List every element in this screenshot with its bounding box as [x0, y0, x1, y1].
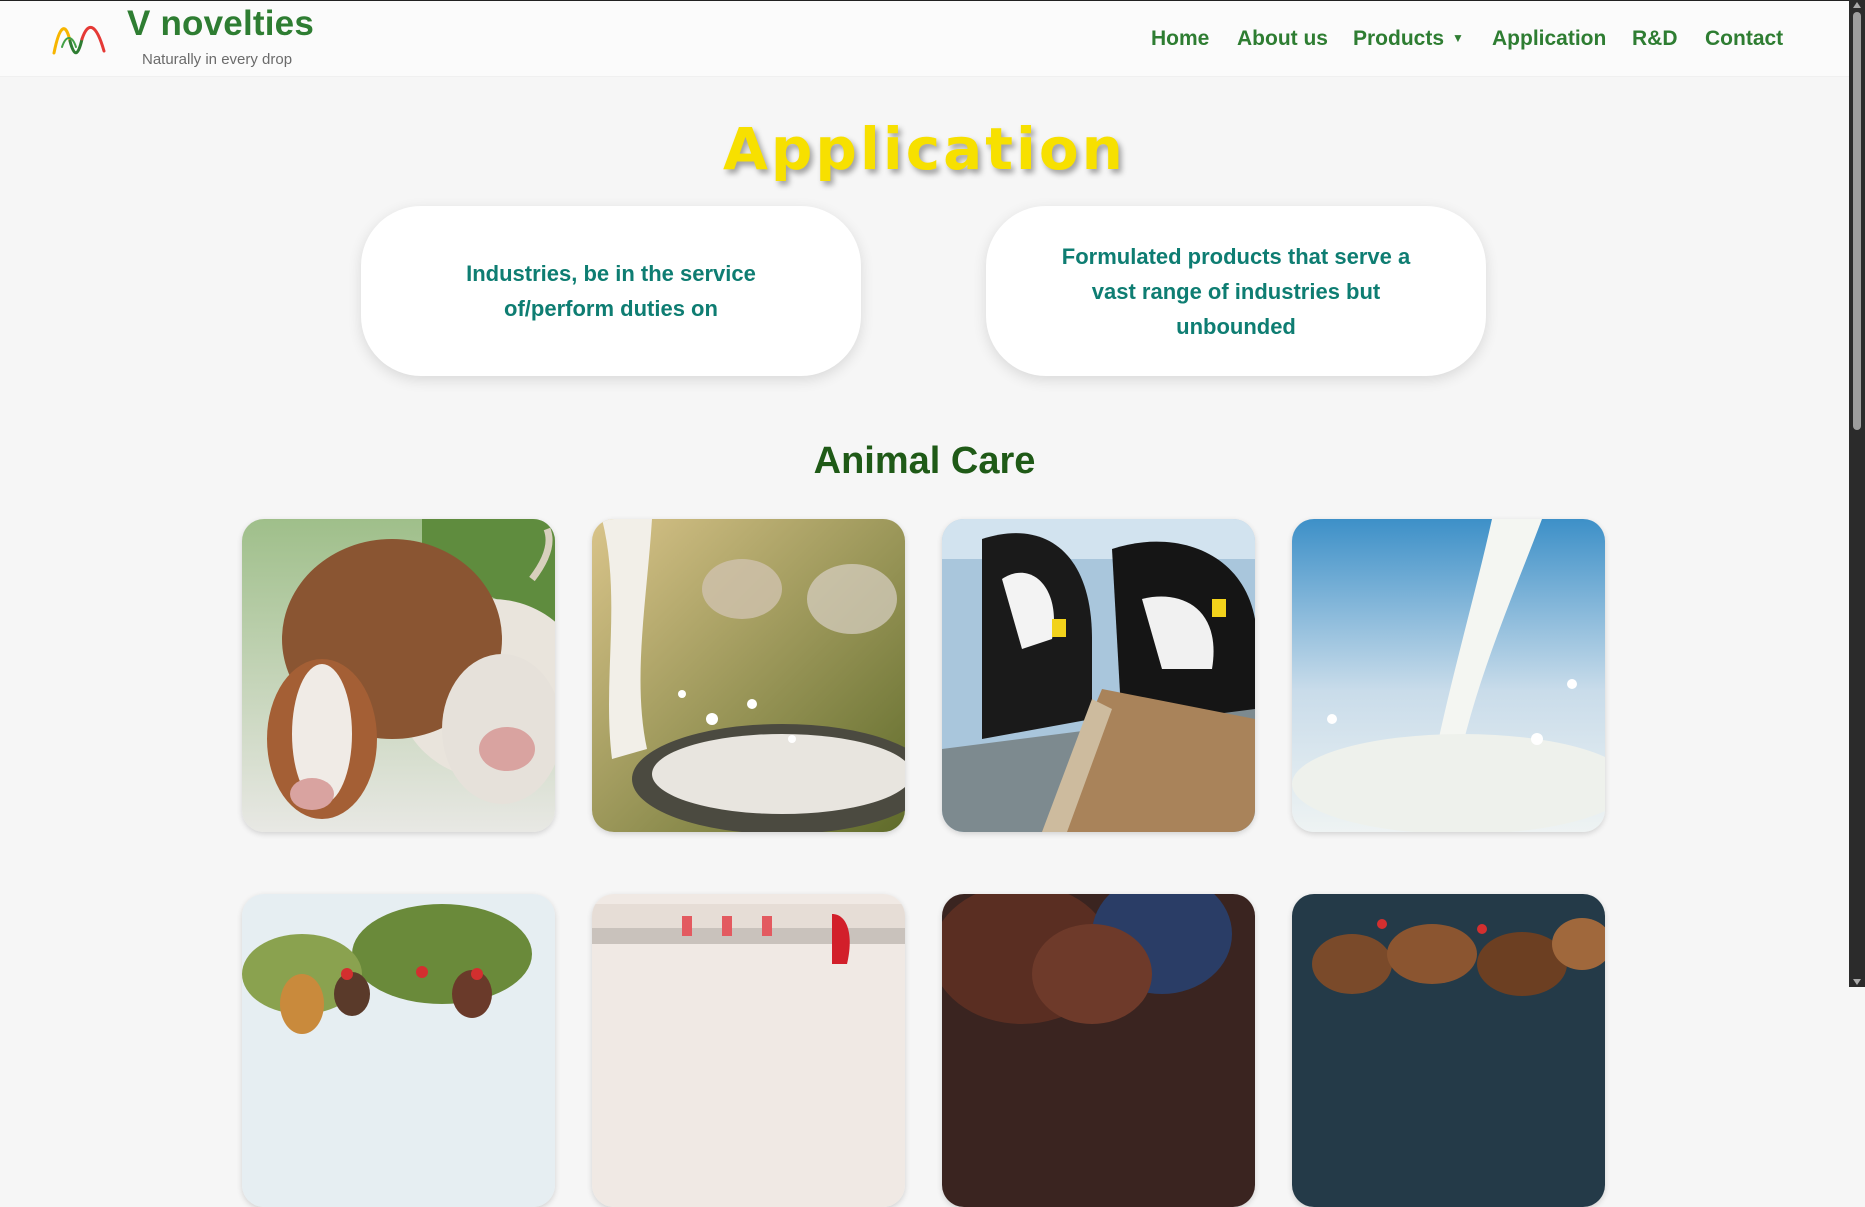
image-cows-feeding[interactable]	[942, 519, 1255, 832]
image-hen-flock[interactable]	[1292, 894, 1605, 1207]
nav-item-application[interactable]: Application	[1492, 27, 1606, 51]
brand-name[interactable]: V novelties	[127, 4, 314, 44]
info-card-industries: Industries, be in the service of/perform…	[361, 206, 861, 376]
nav-item-about-us[interactable]: About us	[1237, 27, 1328, 51]
scrollbar-thumb[interactable]	[1853, 12, 1861, 430]
scroll-up-arrow-icon[interactable]	[1853, 2, 1861, 8]
nav-item-products[interactable]: Products ▼	[1353, 27, 1464, 51]
image-milk-splash[interactable]	[1292, 519, 1605, 832]
image-chickens-outdoors[interactable]	[242, 894, 555, 1207]
info-card-text: Formulated products that serve a vast ra…	[1061, 243, 1411, 339]
image-milk-trough[interactable]	[592, 519, 905, 832]
nav-item-products-label: Products	[1353, 27, 1445, 50]
image-poultry-drinker[interactable]	[592, 894, 905, 1207]
scroll-down-arrow-icon[interactable]	[1853, 979, 1861, 985]
wave-logo-icon[interactable]	[52, 17, 106, 61]
nav-item-rnd[interactable]: R&D	[1632, 27, 1678, 51]
info-card-products: Formulated products that serve a vast ra…	[986, 206, 1486, 376]
section-title-animal-care: Animal Care	[813, 440, 1036, 482]
page-title: Application	[723, 115, 1126, 183]
vertical-scrollbar[interactable]	[1849, 0, 1865, 987]
info-card-text: Industries, be in the service of/perform…	[466, 261, 756, 321]
site-header: V novelties Naturally in every drop Home…	[0, 1, 1849, 77]
nav-item-home[interactable]: Home	[1151, 27, 1209, 51]
nav-item-contact[interactable]: Contact	[1705, 27, 1783, 51]
image-hen-closeup[interactable]	[942, 894, 1255, 1207]
caret-down-icon: ▼	[1452, 31, 1464, 45]
image-cows[interactable]	[242, 519, 555, 832]
brand-tagline: Naturally in every drop	[142, 51, 293, 68]
